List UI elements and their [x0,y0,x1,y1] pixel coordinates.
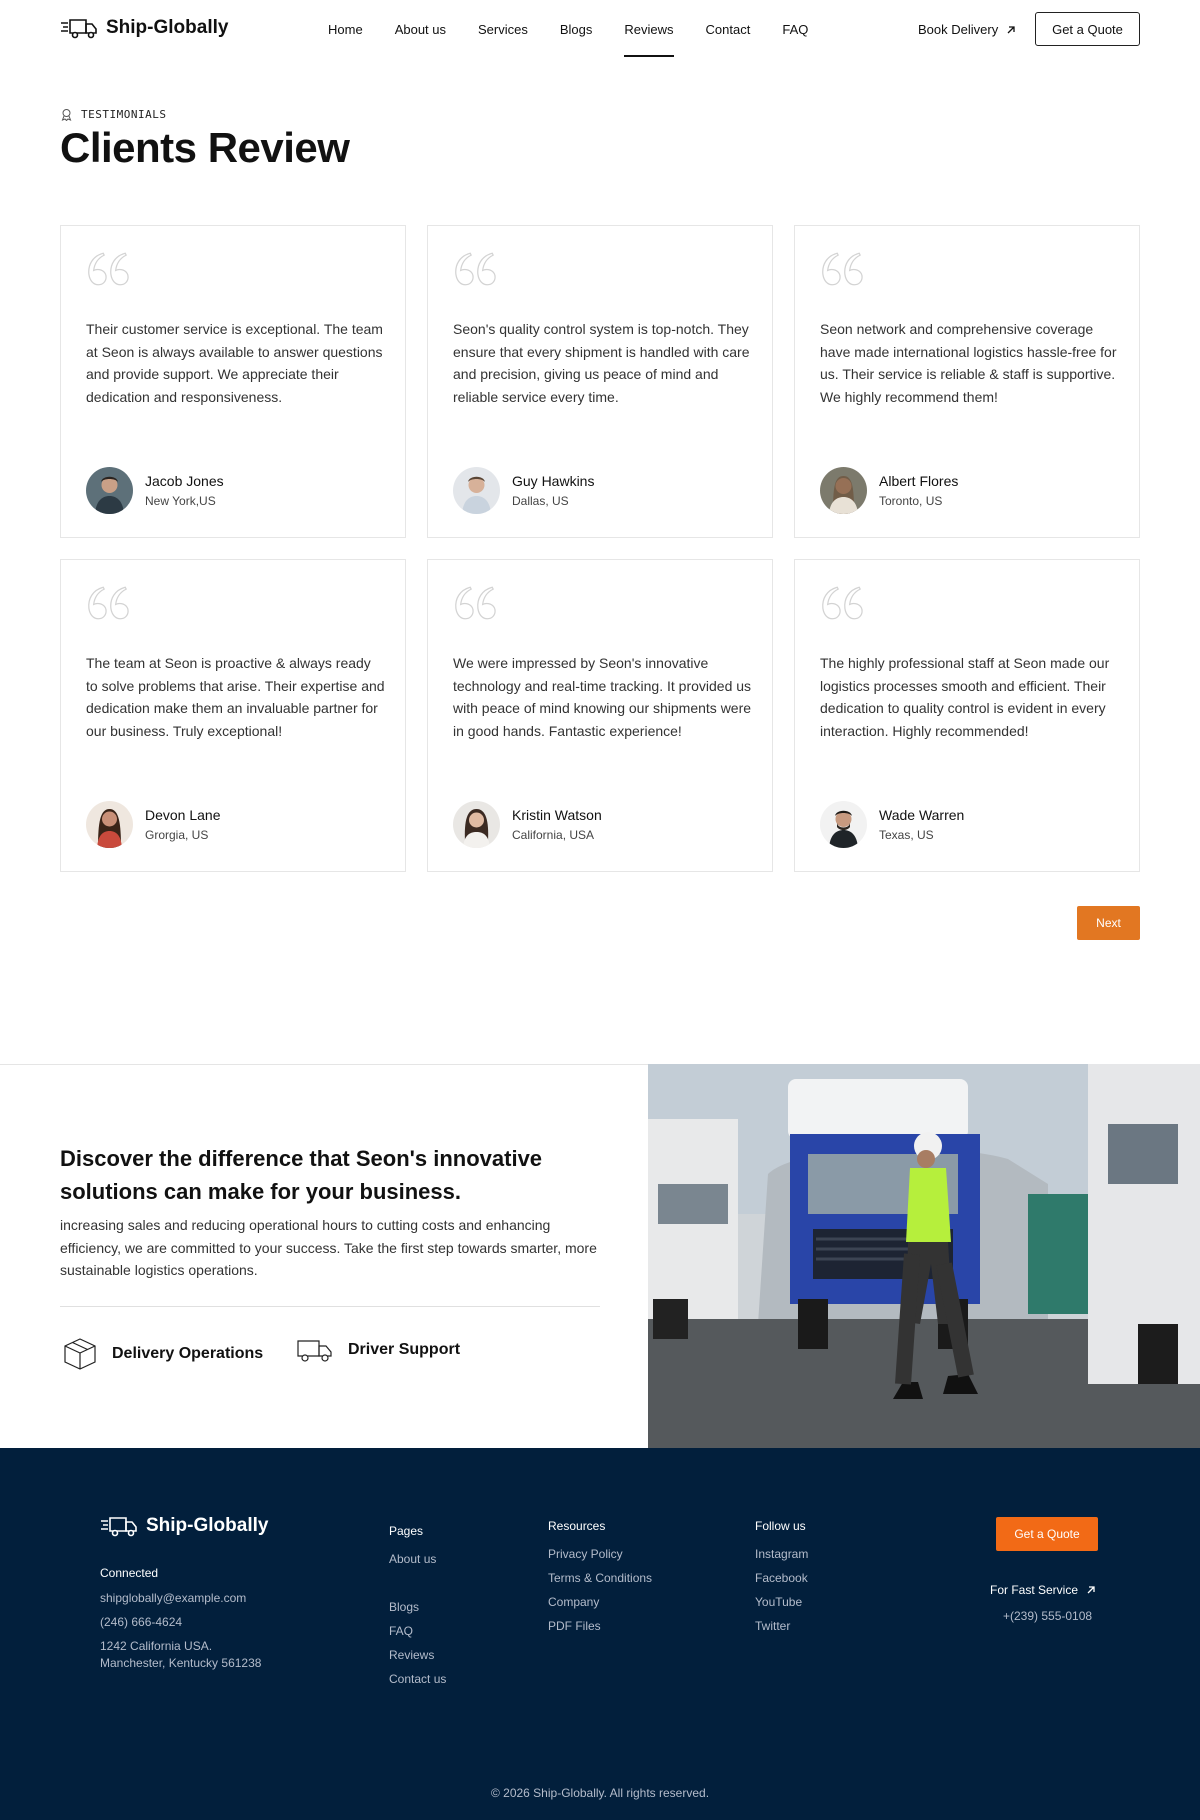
footer-brand-name: Ship-Globally [146,1515,269,1536]
fast-service-phone[interactable]: +(239) 555-0108 [1003,1609,1092,1623]
main-nav: Home About us Services Blogs Reviews Con… [328,22,808,57]
review-text: Seon network and comprehensive coverage … [820,321,1117,405]
nav-blogs[interactable]: Blogs [560,22,593,37]
reviewer-name: Guy Hawkins [512,473,595,489]
feature-label: Driver Support [348,1341,461,1358]
footer-link-privacy[interactable]: Privacy Policy [548,1547,623,1561]
book-delivery-link[interactable]: Book Delivery [918,22,1016,37]
reviewer-location: Toronto, US [879,494,943,508]
quote-icon [88,252,129,286]
quote-icon [822,586,863,620]
box-icon [64,1338,96,1370]
avatar [453,467,500,514]
footer-get-quote-button[interactable]: Get a Quote [996,1517,1098,1551]
review-text: Seon's quality control system is top-not… [453,321,750,405]
reviewer-location: California, USA [512,828,595,842]
footer-email[interactable]: shipglobally@example.com [100,1591,246,1605]
review-text: We were impressed by Seon's innovative t… [453,655,752,739]
next-button[interactable]: Next [1077,906,1140,940]
fast-service-label: For Fast Service [990,1583,1079,1597]
brand-logo[interactable]: Ship-Globally [60,16,228,40]
footer-link-reviews[interactable]: Reviews [389,1648,434,1662]
footer-link-company[interactable]: Company [548,1595,599,1609]
page-title: Clients Review [60,124,350,171]
feature-delivery-operations: Delivery Operations [62,1336,263,1372]
avatar [453,801,500,848]
truck-icon [101,1517,137,1537]
fast-service-link[interactable]: For Fast Service [990,1583,1096,1597]
footer-link-faq[interactable]: FAQ [389,1624,413,1638]
discover-text: increasing sales and reducing operationa… [60,1217,597,1278]
footer-link-terms[interactable]: Terms & Conditions [548,1571,652,1585]
nav-about[interactable]: About us [395,22,446,37]
footer-address-line1: 1242 California USA. [100,1639,213,1653]
get-quote-button[interactable]: Get a Quote [1035,12,1140,46]
footer-link-blogs[interactable]: Blogs [389,1600,419,1614]
quote-icon [88,586,129,620]
discover-divider [60,1306,600,1307]
footer-link-pdf[interactable]: PDF Files [548,1619,601,1633]
arrow-up-right-icon [1007,25,1015,33]
nav-reviews[interactable]: Reviews [624,22,674,57]
copyright: © 2026 Ship-Globally. All rights reserve… [490,1786,710,1800]
footer-link-instagram[interactable]: Instagram [755,1547,808,1561]
review-card: The highly professional staff at Seon ma… [794,559,1140,872]
quote-icon [455,586,496,620]
avatar [86,801,133,848]
nav-home[interactable]: Home [328,22,363,37]
reviewer-name: Wade Warren [879,807,965,823]
reviewer-location: Dallas, US [512,494,569,508]
nav-contact[interactable]: Contact [706,22,751,37]
review-card: Their customer service is exceptional. T… [60,225,406,538]
nav-services[interactable]: Services [478,22,528,37]
review-text: The team at Seon is proactive & always r… [86,655,385,739]
reviewer-location: New York,US [145,494,216,508]
footer-phone[interactable]: (246) 666-4624 [100,1615,182,1629]
quote-icon [822,252,863,286]
nav-faq[interactable]: FAQ [782,22,808,37]
resources-heading: Resources [548,1519,606,1533]
quote-icon [455,252,496,286]
avatar [820,467,867,514]
footer-link-twitter[interactable]: Twitter [755,1619,790,1633]
award-icon [61,109,72,121]
reviewer-location: Grorgia, US [145,828,209,842]
footer-link-contact[interactable]: Contact us [389,1672,446,1686]
follow-heading: Follow us [755,1519,806,1533]
section-eyebrow: TESTIMONIALS [60,108,166,121]
reviewer-name: Kristin Watson [512,807,602,823]
reviewer-name: Albert Flores [879,473,959,489]
footer-link-facebook[interactable]: Facebook [755,1571,808,1585]
section-divider [0,1064,648,1065]
review-card: Seon network and comprehensive coverage … [794,225,1140,538]
site-header: Ship-Globally Home About us Services Blo… [0,0,1200,60]
footer-link-youtube[interactable]: YouTube [755,1595,802,1609]
review-card: Seon's quality control system is top-not… [427,225,773,538]
truck-icon [61,19,97,39]
review-text: The highly professional staff at Seon ma… [820,655,1110,739]
site-footer: Ship-Globally Connected shipglobally@exa… [0,1448,1200,1820]
reviewer-name: Devon Lane [145,807,221,823]
eyebrow-label: TESTIMONIALS [81,108,167,121]
truck-icon [297,1340,332,1362]
footer-link-about[interactable]: About us [389,1552,436,1566]
connected-heading: Connected [100,1566,159,1580]
review-card: The team at Seon is proactive & always r… [60,559,406,872]
feature-driver-support: Driver Support [296,1336,460,1364]
footer-address-line2: Manchester, Kentucky 561238 [100,1656,262,1670]
reviewer-name: Jacob Jones [145,473,224,489]
trucks-photo [648,1064,1200,1448]
reviewer-location: Texas, US [879,828,934,842]
review-card: We were impressed by Seon's innovative t… [427,559,773,872]
footer-brand-logo[interactable]: Ship-Globally [100,1514,268,1538]
avatar [820,801,867,848]
brand-name: Ship-Globally [106,17,229,38]
review-text: Their customer service is exceptional. T… [86,321,383,405]
discover-title: Discover the difference that Seon's inno… [60,1146,543,1204]
pages-heading: Pages [389,1524,424,1538]
arrow-up-right-icon [1087,1586,1095,1594]
feature-label: Delivery Operations [112,1345,264,1362]
avatar [86,467,133,514]
book-delivery-label: Book Delivery [918,22,999,37]
